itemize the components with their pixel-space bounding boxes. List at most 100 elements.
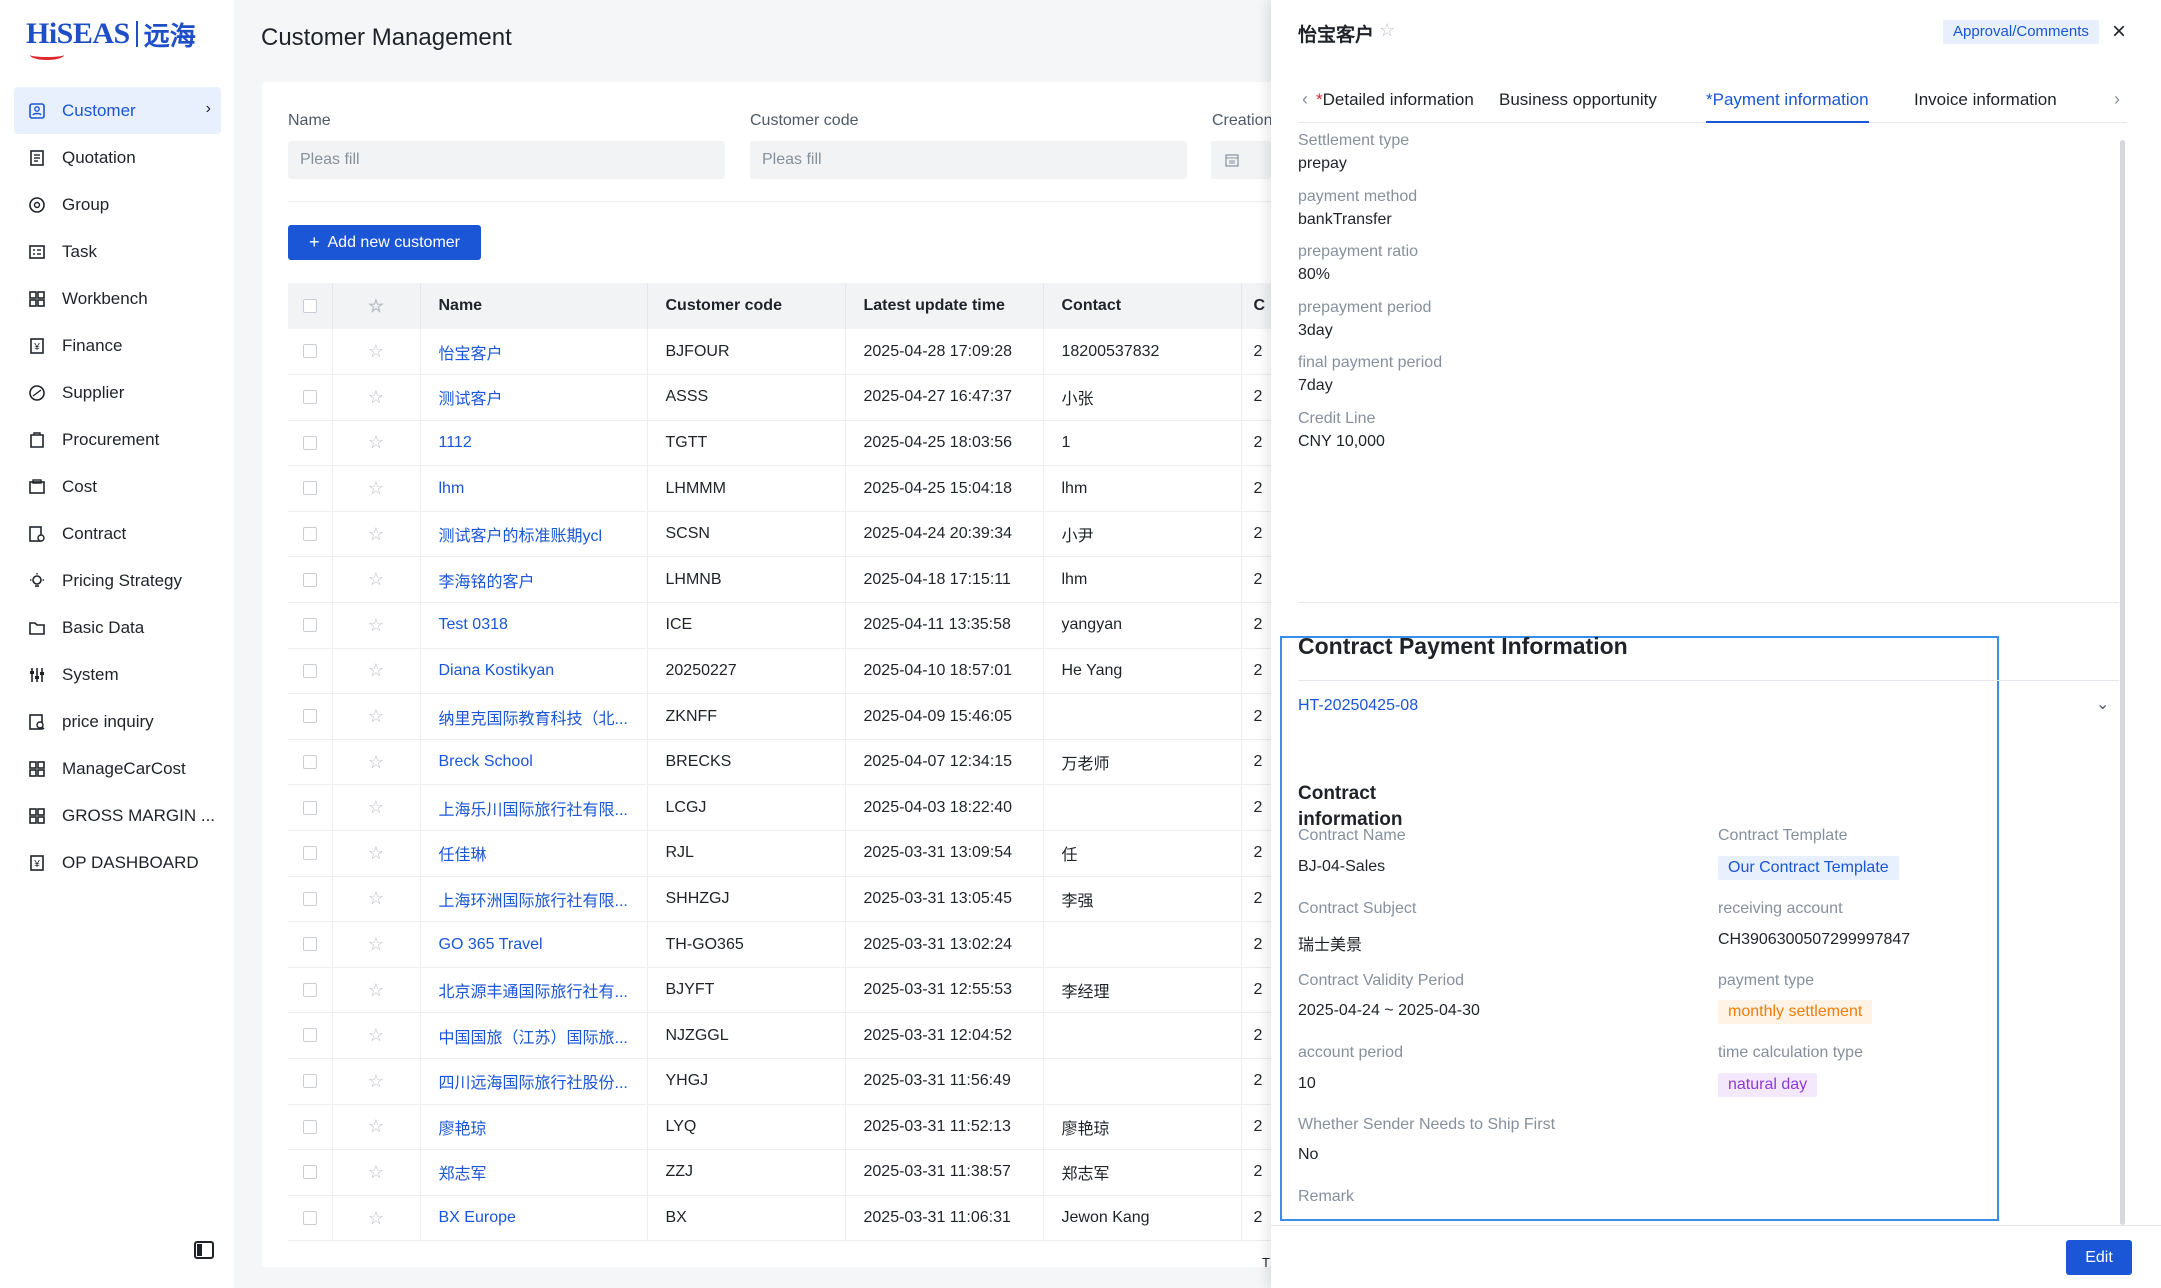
customer-name-cell[interactable]: 1112 <box>420 420 648 467</box>
chevron-down-icon[interactable]: ⌄ <box>2096 694 2109 714</box>
col-latest-update[interactable]: Latest update time <box>845 283 1044 329</box>
name-filter-input[interactable]: Pleas fill <box>288 141 725 179</box>
sidebar-item-customer[interactable]: Customer › <box>14 87 221 134</box>
favorite-star-icon[interactable]: ☆ <box>332 1058 421 1105</box>
sidebar-item-pricing-strategy[interactable]: Pricing Strategy <box>14 557 221 604</box>
table-row[interactable]: ☆ Diana Kostikyan 20250227 2025-04-10 18:57… <box>288 648 1272 695</box>
row-checkbox[interactable] <box>288 465 333 512</box>
customer-name-link[interactable]: 纳里克国际教育科技（北... <box>439 711 628 728</box>
row-checkbox[interactable] <box>288 921 333 968</box>
customer-name-cell[interactable]: 上海环洲国际旅行社有限... <box>420 876 648 923</box>
row-checkbox[interactable] <box>288 602 333 649</box>
favorite-star-icon[interactable]: ☆ <box>332 1012 421 1059</box>
row-checkbox[interactable] <box>288 784 333 832</box>
customer-name-link[interactable]: 北京源丰通国际旅行社有... <box>439 984 628 1001</box>
favorite-star-icon[interactable]: ☆ <box>332 1104 421 1151</box>
select-all-checkbox[interactable] <box>288 283 333 329</box>
row-checkbox[interactable] <box>288 556 333 604</box>
customer-name-cell[interactable]: 任佳琳 <box>420 830 648 877</box>
table-row[interactable]: ☆ 中国国旅（江苏）国际旅... NJZGGL 2025-03-31 12:04:52… <box>288 1012 1272 1059</box>
table-row[interactable]: ☆ 郑志军 ZZJ 2025-03-31 11:38:57 郑志军 2 <box>288 1149 1272 1196</box>
favorite-star-icon[interactable]: ☆ <box>332 967 421 1014</box>
customer-name-link[interactable]: 郑志军 <box>439 1166 487 1183</box>
customer-name-link[interactable]: 廖艳琼 <box>439 1121 487 1138</box>
sidebar-item-contract[interactable]: Contract <box>14 510 221 557</box>
sidebar-item-basic-data[interactable]: Basic Data <box>14 604 221 651</box>
sidebar-item-quotation[interactable]: Quotation <box>14 134 221 181</box>
sidebar-item-procurement[interactable]: Procurement <box>14 416 221 463</box>
customer-name-link[interactable]: 四川远海国际旅行社股份... <box>439 1075 628 1092</box>
tab-payment-information[interactable]: *Payment information <box>1706 90 1869 123</box>
col-name[interactable]: Name <box>420 283 648 329</box>
customer-name-cell[interactable]: 纳里克国际教育科技（北... <box>420 693 648 740</box>
table-row[interactable]: ☆ 廖艳琼 LYQ 2025-03-31 11:52:13 廖艳琼 2 <box>288 1104 1272 1151</box>
table-row[interactable]: ☆ 测试客户 ASSS 2025-04-27 16:47:37 小张 2 <box>288 374 1272 421</box>
row-checkbox[interactable] <box>288 739 333 786</box>
customer-name-link[interactable]: 怡宝客户 <box>439 346 503 363</box>
customer-name-cell[interactable]: 上海乐川国际旅行社有限... <box>420 784 648 832</box>
table-row[interactable]: ☆ BX Europe BX 2025-03-31 11:06:31 Jewon Kan… <box>288 1195 1272 1242</box>
favorite-star-icon[interactable]: ☆ <box>332 739 421 786</box>
tab-business-opportunity[interactable]: Business opportunity <box>1499 90 1657 123</box>
favorite-star-icon[interactable]: ☆ <box>332 921 421 968</box>
customer-name-cell[interactable]: 李海铭的客户 <box>420 556 648 604</box>
favorite-star-icon[interactable]: ☆ <box>332 556 421 604</box>
favorite-star-icon[interactable]: ☆ <box>332 693 421 740</box>
customer-name-cell[interactable]: 北京源丰通国际旅行社有... <box>420 967 648 1014</box>
tab-detailed-information[interactable]: *Detailed information <box>1316 90 1474 123</box>
table-row[interactable]: ☆ GO 365 Travel TH-GO365 2025-03-31 13:02:2… <box>288 921 1272 968</box>
row-checkbox[interactable] <box>288 374 333 421</box>
table-row[interactable]: ☆ 纳里克国际教育科技（北... ZKNFF 2025-04-09 15:46:05 2 <box>288 693 1272 740</box>
drawer-scrollbar[interactable] <box>2120 140 2125 1225</box>
sidebar-item-system[interactable]: System <box>14 651 221 698</box>
customer-name-cell[interactable]: 郑志军 <box>420 1149 648 1196</box>
row-checkbox[interactable] <box>288 511 333 558</box>
customer-name-link[interactable]: lhm <box>439 480 465 497</box>
favorite-star-icon[interactable]: ☆ <box>332 1195 421 1242</box>
contract-number-link[interactable]: HT-20250425-08 <box>1298 697 1418 715</box>
col-contact[interactable]: Contact <box>1043 283 1242 329</box>
customer-name-link[interactable]: 测试客户的标准账期ycl <box>439 528 603 545</box>
row-checkbox[interactable] <box>288 967 333 1014</box>
sidebar-item-group[interactable]: Group <box>14 181 221 228</box>
collapse-sidebar-icon[interactable] <box>193 1239 215 1261</box>
table-row[interactable]: ☆ 怡宝客户 BJFOUR 2025-04-28 17:09:28 1820053783… <box>288 329 1272 376</box>
table-row[interactable]: ☆ 上海环洲国际旅行社有限... SHHZGJ 2025-03-31 13:05:45… <box>288 876 1272 923</box>
table-row[interactable]: ☆ Breck School BRECKS 2025-04-07 12:34:15 万老… <box>288 739 1272 786</box>
favorite-star-icon[interactable]: ☆ <box>332 876 421 923</box>
tabs-scroll-right-icon[interactable]: › <box>2114 89 2120 110</box>
table-row[interactable]: ☆ 四川远海国际旅行社股份... YHGJ 2025-03-31 11:56:49 2 <box>288 1058 1272 1105</box>
row-checkbox[interactable] <box>288 1104 333 1151</box>
logo[interactable]: HiSEAS 远海 <box>26 14 196 60</box>
customer-name-cell[interactable]: GO 365 Travel <box>420 921 648 968</box>
customer-name-cell[interactable]: 中国国旅（江苏）国际旅... <box>420 1012 648 1059</box>
favorite-star-icon[interactable]: ☆ <box>332 602 421 649</box>
favorite-star-icon[interactable]: ☆ <box>332 784 421 832</box>
sidebar-item-managecarcost[interactable]: ManageCarCost <box>14 745 221 792</box>
row-checkbox[interactable] <box>288 1058 333 1105</box>
row-checkbox[interactable] <box>288 420 333 467</box>
sidebar-item-task[interactable]: Task <box>14 228 221 275</box>
customer-name-link[interactable]: BX Europe <box>439 1209 516 1226</box>
row-checkbox[interactable] <box>288 648 333 695</box>
sidebar-item-finance[interactable]: ¥ Finance <box>14 322 221 369</box>
customer-name-cell[interactable]: lhm <box>420 465 648 512</box>
customer-name-cell[interactable]: Breck School <box>420 739 648 786</box>
favorite-star-icon[interactable]: ☆ <box>332 830 421 877</box>
customer-name-link[interactable]: 上海乐川国际旅行社有限... <box>439 802 628 819</box>
favorite-star-icon[interactable]: ☆ <box>332 374 421 421</box>
contract-template-tag[interactable]: Our Contract Template <box>1718 856 1899 880</box>
favorite-star-icon[interactable]: ☆ <box>332 465 421 512</box>
row-checkbox[interactable] <box>288 1012 333 1059</box>
close-icon[interactable]: × <box>2112 18 2126 46</box>
table-row[interactable]: ☆ 北京源丰通国际旅行社有... BJYFT 2025-03-31 12:55:53 李… <box>288 967 1272 1014</box>
table-row[interactable]: ☆ Test 0318 ICE 2025-04-11 13:35:58 yangyan 2 <box>288 602 1272 649</box>
code-filter-input[interactable]: Pleas fill <box>750 141 1187 179</box>
customer-name-link[interactable]: 任佳琳 <box>439 847 487 864</box>
table-row[interactable]: ☆ 上海乐川国际旅行社有限... LCGJ 2025-04-03 18:22:40 2 <box>288 784 1272 832</box>
row-checkbox[interactable] <box>288 1149 333 1196</box>
customer-name-cell[interactable]: Test 0318 <box>420 602 648 649</box>
table-row[interactable]: ☆ 测试客户的标准账期ycl SCSN 2025-04-24 20:39:34 小尹 2 <box>288 511 1272 558</box>
creation-date-input[interactable] <box>1211 141 1271 179</box>
customer-name-link[interactable]: GO 365 Travel <box>439 936 543 953</box>
